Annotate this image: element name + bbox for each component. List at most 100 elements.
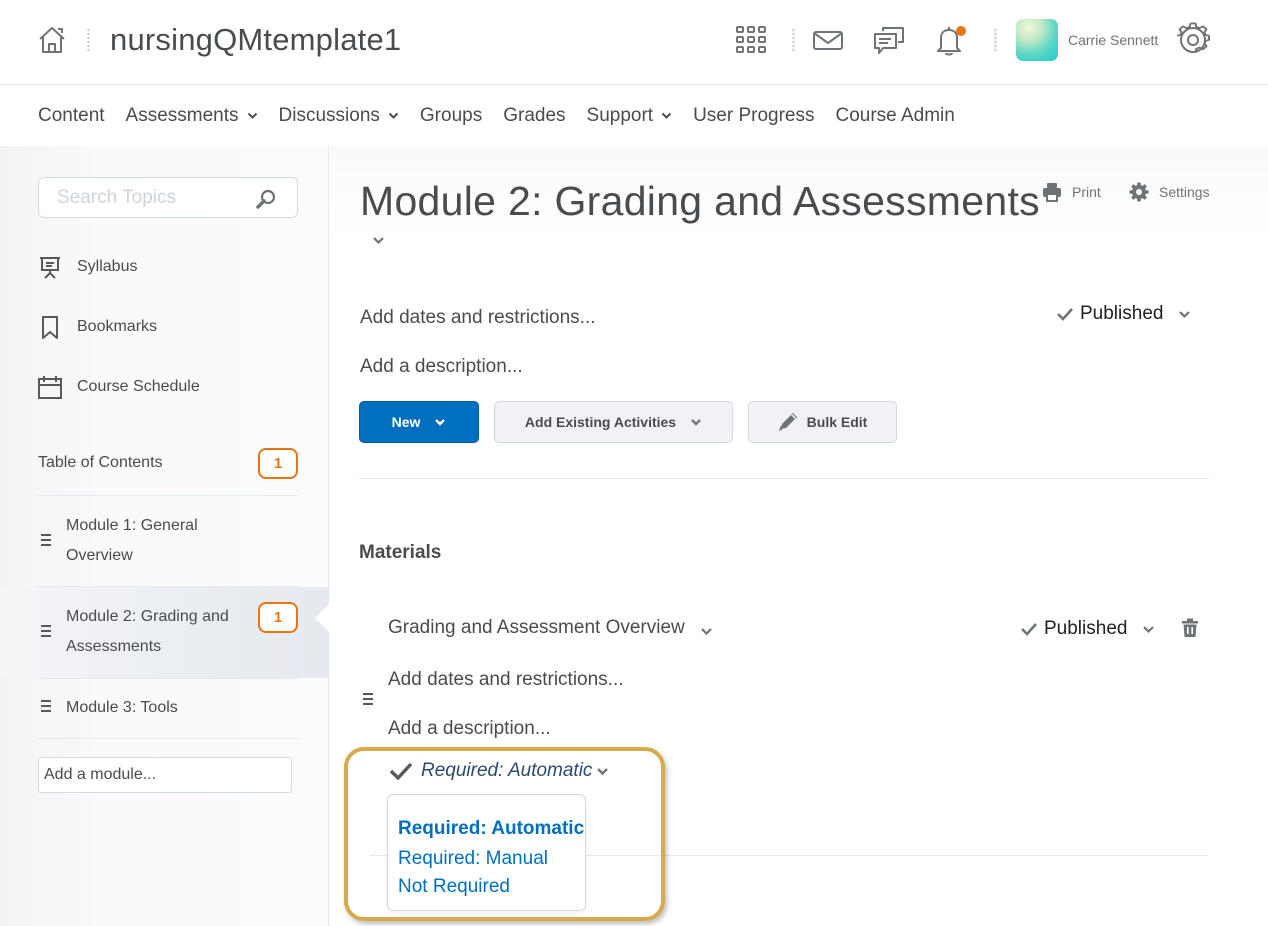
- bookmark-icon: [42, 316, 58, 339]
- drag-handle-icon[interactable]: [363, 693, 374, 708]
- pencil-icon: [778, 413, 797, 431]
- separator: [792, 28, 795, 52]
- chevron-down-icon: [247, 112, 257, 119]
- module-status-dropdown[interactable]: Published: [1056, 303, 1191, 325]
- separator: [87, 28, 90, 52]
- nav-item-label: Grades: [503, 105, 566, 126]
- nav-item-label: User Progress: [693, 105, 815, 126]
- gear-icon[interactable]: [1175, 22, 1211, 58]
- waffle-grid-icon[interactable]: [734, 22, 768, 58]
- chevron-down-icon: [435, 418, 446, 426]
- chevron-down-icon[interactable]: [700, 627, 713, 636]
- topic-add-description-link[interactable]: Add a description...: [388, 718, 551, 740]
- dropdown-option-not-required[interactable]: Not Required: [398, 876, 510, 898]
- home-icon[interactable]: [36, 24, 68, 56]
- add-existing-activities-button[interactable]: Add Existing Activities: [494, 401, 733, 443]
- drag-handle-icon[interactable]: [41, 534, 52, 549]
- chevron-down-icon[interactable]: [372, 236, 385, 245]
- sidebar-item-syllabus[interactable]: Syllabus: [38, 255, 137, 279]
- nav-item-groups[interactable]: Groups: [420, 105, 482, 127]
- dropdown-option-required-manual[interactable]: Required: Manual: [398, 848, 548, 870]
- active-indicator: [315, 604, 329, 632]
- checkmark-icon: [389, 762, 413, 780]
- module-item-2[interactable]: Module 2: Grading and Assessments 1: [0, 587, 329, 678]
- trash-icon[interactable]: [1182, 618, 1198, 638]
- nav-items: Content Assessments Discussions Groups Grade…: [38, 105, 976, 127]
- course-navbar: Content Assessments Discussions Groups Grade…: [0, 86, 1268, 146]
- settings-button[interactable]: Settings: [1129, 182, 1210, 202]
- new-button-label: New: [391, 414, 421, 430]
- status-label: Published: [1080, 303, 1164, 324]
- nav-item-label: Assessments: [125, 105, 239, 126]
- add-description-link[interactable]: Add a description...: [360, 356, 523, 378]
- chevron-down-icon: [1143, 625, 1155, 633]
- sidebar-item-course-schedule[interactable]: Course Schedule: [38, 375, 200, 399]
- chevron-down-icon: [388, 112, 399, 119]
- sidebar-item-label: Course Schedule: [77, 378, 200, 395]
- sidebar-item-label: Bookmarks: [77, 318, 158, 335]
- nav-item-assessments[interactable]: Assessments: [126, 105, 258, 127]
- bulk-edit-button[interactable]: Bulk Edit: [748, 401, 897, 443]
- chat-icon[interactable]: [871, 22, 907, 58]
- nav-item-label: Discussions: [278, 105, 380, 126]
- nav-item-grades[interactable]: Grades: [503, 105, 565, 127]
- chevron-down-icon: [1179, 310, 1191, 318]
- page-title[interactable]: Module 2: Grading and Assessments: [360, 178, 1040, 225]
- settings-label: Settings: [1159, 184, 1210, 200]
- divider: [359, 478, 1209, 479]
- topic-title[interactable]: Grading and Assessment Overview: [388, 617, 685, 639]
- avatar[interactable]: [1016, 19, 1058, 61]
- nav-item-label: Course Admin: [835, 105, 955, 126]
- chevron-down-icon: [597, 767, 609, 775]
- add-dates-link[interactable]: Add dates and restrictions...: [360, 307, 596, 329]
- module-item-3[interactable]: Module 3: Tools: [0, 679, 328, 738]
- new-button[interactable]: New: [359, 401, 479, 443]
- module-label: Module 1: General Overview: [66, 517, 198, 564]
- bulk-edit-label: Bulk Edit: [806, 414, 868, 430]
- print-button[interactable]: Print: [1042, 182, 1101, 202]
- status-label: Published: [1044, 618, 1128, 639]
- notification-dot: [956, 26, 966, 36]
- search-input[interactable]: [57, 187, 247, 209]
- nav-item-discussions[interactable]: Discussions: [279, 105, 399, 127]
- topic-status-dropdown[interactable]: Published: [1020, 618, 1155, 640]
- nav-item-label: Content: [38, 105, 105, 126]
- table-of-contents-label[interactable]: Table of Contents: [38, 454, 163, 472]
- drag-handle-icon[interactable]: [41, 625, 52, 640]
- top-header: nursingQMtemplate1 Carrie Sennett: [0, 0, 1268, 85]
- section-title[interactable]: Materials: [359, 542, 441, 564]
- completion-dropdown-menu: Required: Automatic Required: Manual Not…: [387, 794, 586, 911]
- nav-item-label: Groups: [419, 105, 483, 126]
- toc-badge: 1: [258, 448, 298, 479]
- nav-item-user-progress[interactable]: User Progress: [693, 105, 814, 127]
- add-existing-label: Add Existing Activities: [524, 414, 677, 430]
- module-label: Module 2: Grading and Assessments: [66, 608, 229, 655]
- nav-item-content[interactable]: Content: [38, 105, 105, 127]
- nav-item-label: Support: [586, 105, 654, 126]
- completion-tracking-dropdown[interactable]: Required: Automatic: [389, 760, 609, 782]
- sidebar: Syllabus Bookmarks Course Schedule Table…: [0, 146, 329, 926]
- gear-icon: [1129, 182, 1149, 202]
- mail-icon[interactable]: [810, 22, 846, 58]
- nav-item-course-admin[interactable]: Course Admin: [836, 105, 955, 127]
- calendar-icon: [38, 376, 62, 399]
- dropdown-option-required-automatic[interactable]: Required: Automatic: [398, 818, 584, 840]
- presentation-icon: [40, 257, 60, 279]
- chevron-down-icon: [661, 112, 672, 119]
- module-label: Module 3: Tools: [66, 699, 178, 716]
- main-content: Module 2: Grading and Assessments Print …: [330, 146, 1268, 926]
- checkmark-icon: [1057, 308, 1073, 321]
- search-icon[interactable]: [255, 188, 277, 210]
- drag-handle-icon[interactable]: [41, 700, 52, 715]
- separator: [994, 28, 997, 52]
- nav-item-support[interactable]: Support: [587, 105, 673, 127]
- search-box: [38, 177, 298, 218]
- course-title[interactable]: nursingQMtemplate1: [110, 22, 401, 58]
- sidebar-item-bookmarks[interactable]: Bookmarks: [38, 315, 157, 339]
- printer-icon: [1043, 183, 1061, 202]
- add-module-input[interactable]: [38, 757, 292, 793]
- completion-current-label: Required: Automatic: [421, 760, 593, 781]
- topic-add-dates-link[interactable]: Add dates and restrictions...: [388, 669, 624, 691]
- module-item-1[interactable]: Module 1: General Overview: [0, 496, 328, 586]
- user-name[interactable]: Carrie Sennett: [1068, 32, 1158, 48]
